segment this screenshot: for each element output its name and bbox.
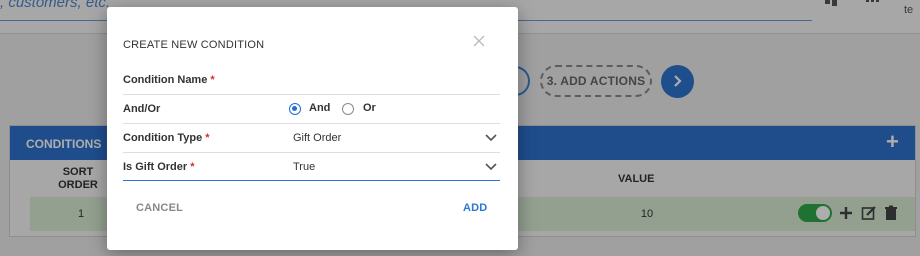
is-gift-order-label: Is Gift Order * — [123, 161, 195, 173]
condition-name-field[interactable]: Condition Name * — [123, 69, 500, 95]
close-icon — [473, 35, 485, 47]
required-marker: * — [190, 161, 195, 173]
or-radio[interactable] — [342, 103, 354, 115]
and-radio[interactable] — [289, 103, 301, 115]
required-marker: * — [205, 132, 210, 144]
is-gift-order-value: True — [293, 161, 316, 173]
or-radio-label[interactable]: Or — [363, 102, 376, 114]
condition-type-select[interactable]: Condition Type * Gift Order — [123, 124, 500, 153]
cancel-button[interactable]: CANCEL — [136, 202, 183, 214]
condition-type-label: Condition Type * — [123, 132, 210, 144]
condition-name-label: Condition Name * — [123, 74, 215, 86]
close-button[interactable] — [473, 33, 485, 53]
required-marker: * — [210, 74, 215, 86]
add-button[interactable]: ADD — [463, 202, 487, 214]
is-gift-order-select[interactable]: Is Gift Order * True — [123, 153, 500, 181]
dialog-title: CREATE NEW CONDITION — [123, 39, 265, 51]
chevron-down-icon — [485, 134, 497, 142]
and-or-label: And/Or — [123, 103, 161, 115]
and-radio-label[interactable]: And — [309, 102, 330, 114]
chevron-down-icon — [485, 163, 497, 171]
condition-type-value: Gift Order — [293, 132, 342, 144]
and-or-field: And/Or And Or — [123, 95, 500, 124]
create-condition-dialog: CREATE NEW CONDITION Condition Name * An… — [107, 7, 518, 250]
